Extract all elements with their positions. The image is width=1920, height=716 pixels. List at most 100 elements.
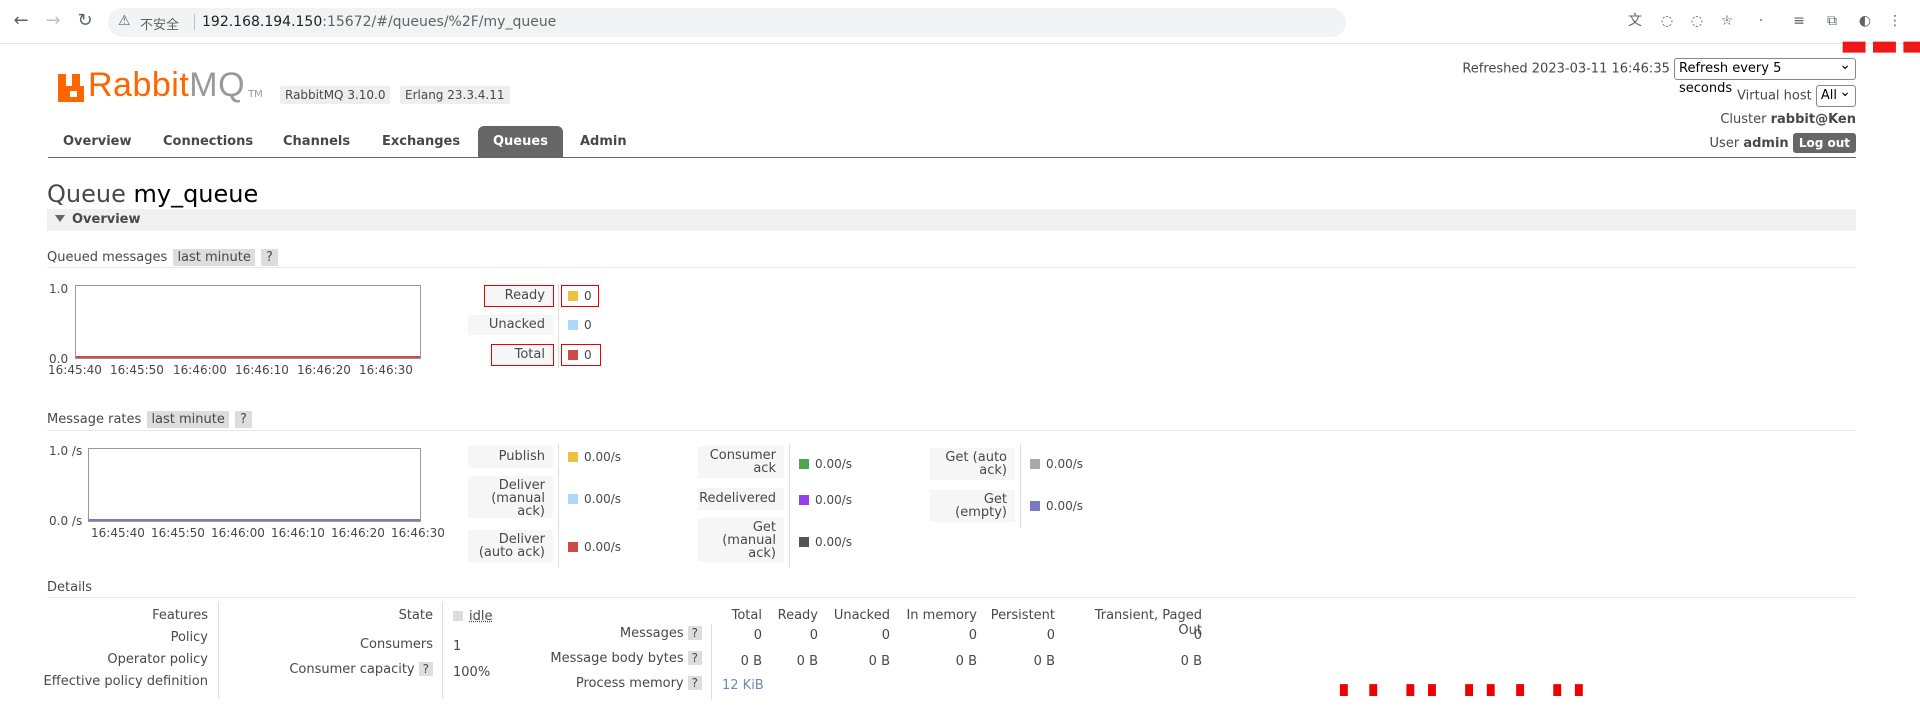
get-empty-legend-label: Get (empty): [930, 490, 1015, 522]
tab-exchanges[interactable]: Exchanges: [367, 126, 475, 158]
body-bytes-label-text: Message body bytes: [550, 651, 684, 666]
tab-queues[interactable]: Queues: [478, 126, 563, 158]
extension-icon[interactable]: ·: [1752, 12, 1770, 30]
details-heading: Details: [47, 580, 93, 595]
ready-legend-label: Ready: [484, 285, 554, 307]
overlay-fragment: ▬▬▬: [1840, 28, 1920, 63]
body-bytes-ready: 0 B: [796, 654, 818, 669]
get-empty-color-swatch: [1030, 501, 1040, 511]
state-idle-swatch: [453, 611, 463, 621]
bookmark-star-icon[interactable]: ☆: [1718, 12, 1736, 30]
body-bytes-in-memory: 0 B: [955, 654, 977, 669]
get-auto-rate: 0.00/s: [1046, 457, 1084, 471]
total-legend-label: Total: [491, 344, 554, 366]
body-bytes-help[interactable]: ?: [687, 651, 702, 665]
legend-divider: [789, 444, 790, 568]
rates-range-selector[interactable]: last minute: [147, 411, 229, 428]
col-persistent-header: Persistent: [990, 608, 1055, 623]
extension-icon[interactable]: ◌: [1688, 12, 1706, 30]
refresh-select[interactable]: Refresh every 5 seconds: [1674, 55, 1856, 96]
body-bytes-persistent: 0 B: [1033, 654, 1055, 669]
redelivered-color-swatch: [799, 495, 809, 505]
messages-transient: 0: [1193, 628, 1202, 643]
rates-x-tick: 16:45:40: [91, 526, 145, 540]
process-memory-help[interactable]: ?: [687, 676, 702, 690]
url-text[interactable]: 192.168.194.150:15672/#/queues/%2F/my_qu…: [202, 14, 556, 30]
tab-overview[interactable]: Overview: [48, 126, 147, 158]
redelivered-legend-value: 0.00/s: [799, 493, 852, 507]
deliver-auto-legend-label: Deliver (auto ack): [468, 530, 553, 562]
rates-series-line: [89, 519, 420, 521]
warning-icon[interactable]: ⚠: [118, 13, 131, 29]
message-rates-title: Message rates: [47, 412, 142, 427]
reading-list-icon[interactable]: ≡: [1790, 12, 1808, 30]
messages-total: 0: [753, 628, 762, 643]
unacked-legend-value: 0: [562, 315, 592, 335]
queued-help-button[interactable]: ?: [261, 249, 278, 266]
consumer-capacity-text: Consumer capacity: [289, 662, 415, 677]
translate-icon[interactable]: 文: [1626, 12, 1644, 30]
rabbitmq-logo[interactable]: RabbitMQ TM: [58, 66, 263, 102]
body-bytes-unacked: 0 B: [868, 654, 890, 669]
messages-in-memory: 0: [968, 628, 977, 643]
get-empty-line2: (empty): [955, 505, 1007, 520]
forward-icon[interactable]: →: [42, 10, 64, 32]
tab-search-icon[interactable]: ⧉: [1823, 12, 1841, 30]
body-bytes-total: 0 B: [740, 654, 762, 669]
rates-x-tick: 16:46:10: [271, 526, 325, 540]
main-tabs: Overview Connections Channels Exchanges …: [48, 126, 1856, 158]
tab-channels[interactable]: Channels: [268, 126, 365, 158]
consumer-capacity-value: 100%: [453, 665, 491, 680]
deliver-auto-color-swatch: [568, 542, 578, 552]
divider: [47, 267, 1856, 268]
total-value: 0: [584, 348, 592, 362]
details-divider: [218, 602, 219, 698]
tab-admin[interactable]: Admin: [565, 126, 642, 158]
back-icon[interactable]: ←: [10, 10, 32, 32]
extension-icon[interactable]: ◌: [1658, 12, 1676, 30]
publish-color-swatch: [568, 452, 578, 462]
publish-rate: 0.00/s: [584, 450, 622, 464]
overview-section-toggle[interactable]: Overview: [47, 209, 1856, 231]
legend-divider: [558, 284, 559, 368]
page-title: Queue my_queue: [47, 180, 258, 208]
address-bar[interactable]: ⚠ 不安全 192.168.194.150:15672/#/queues/%2F…: [108, 8, 1346, 37]
messages-help[interactable]: ?: [687, 626, 702, 640]
queued-x-tick: 16:45:50: [110, 363, 164, 377]
features-label: Features: [152, 608, 208, 623]
vhost-select[interactable]: All: [1815, 82, 1856, 107]
get-empty-legend-value: 0.00/s: [1030, 499, 1083, 513]
deliver-auto-rate: 0.00/s: [584, 540, 622, 554]
consumer-capacity-label: Consumer capacity?: [250, 662, 433, 677]
rates-x-tick: 16:46:20: [331, 526, 385, 540]
publish-legend-value: 0.00/s: [568, 450, 621, 464]
divider: [47, 597, 1856, 598]
body-bytes-transient: 0 B: [1180, 654, 1202, 669]
messages-persistent: 0: [1046, 628, 1055, 643]
unacked-value: 0: [584, 318, 592, 332]
deliver-auto-line2: (auto ack): [478, 545, 545, 560]
collapse-triangle-icon: [55, 215, 65, 222]
insecure-label[interactable]: 不安全: [140, 14, 179, 33]
messages-row-label: Messages?: [520, 626, 702, 641]
messages-ready: 0: [809, 628, 818, 643]
consumer-ack-color-swatch: [799, 459, 809, 469]
get-manual-line3: ack): [748, 546, 776, 561]
consumer-capacity-help[interactable]: ?: [418, 662, 433, 676]
version-badge: RabbitMQ 3.10.0: [280, 86, 391, 104]
queued-range-selector[interactable]: last minute: [173, 249, 255, 266]
reload-icon[interactable]: ↻: [74, 10, 96, 32]
details-divider: [442, 602, 443, 698]
address-divider: [194, 14, 195, 30]
total-legend-value: 0: [561, 344, 601, 366]
col-ready-header: Ready: [777, 608, 818, 623]
deliver-auto-legend-value: 0.00/s: [568, 540, 621, 554]
cluster-name: rabbit@Ken: [1770, 112, 1856, 127]
deliver-manual-rate: 0.00/s: [584, 492, 622, 506]
consumers-label: Consumers: [359, 637, 433, 652]
body-bytes-row-label: Message body bytes?: [520, 651, 702, 666]
rates-x-tick: 16:45:50: [151, 526, 205, 540]
ready-value: 0: [584, 289, 592, 303]
tab-connections[interactable]: Connections: [148, 126, 268, 158]
rates-help-button[interactable]: ?: [235, 411, 252, 428]
